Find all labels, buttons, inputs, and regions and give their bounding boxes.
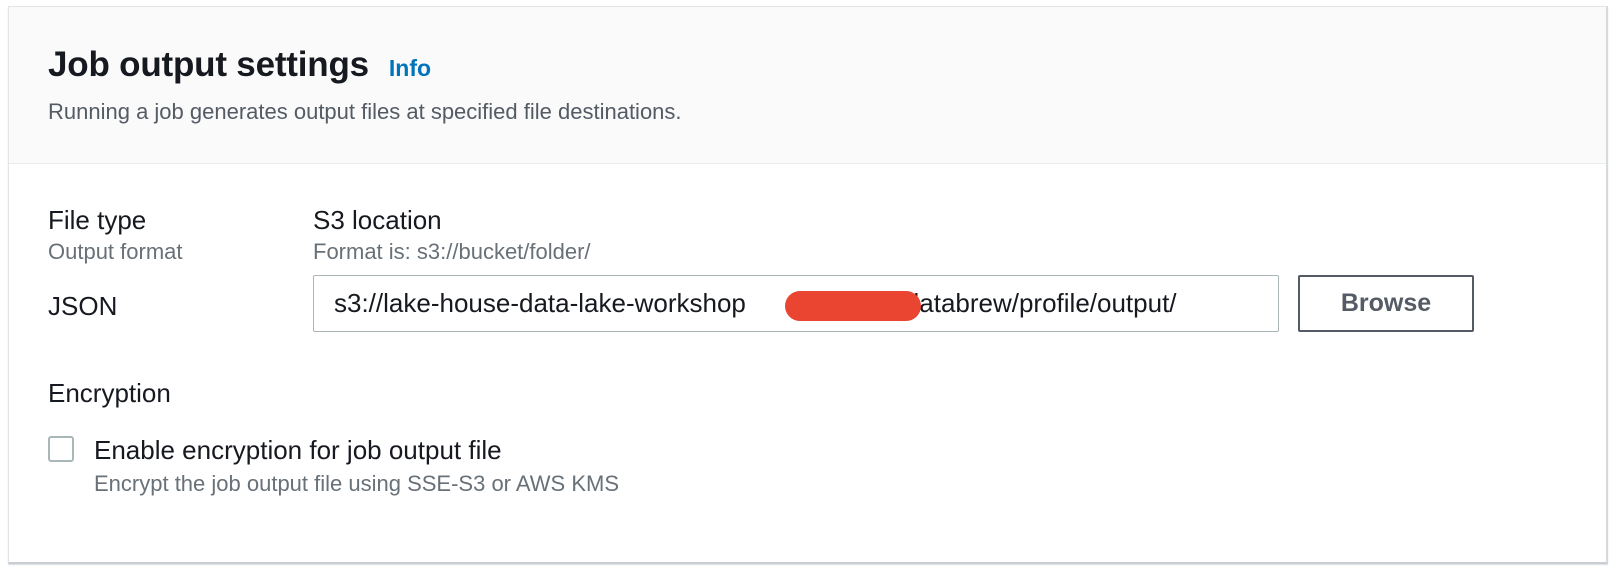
enable-encryption-label[interactable]: Enable encryption for job output file xyxy=(94,435,502,466)
s3-location-label: S3 location xyxy=(313,205,442,235)
file-type-sublabel: Output format xyxy=(48,239,183,264)
info-link[interactable]: Info xyxy=(389,55,431,82)
browse-button[interactable]: Browse xyxy=(1298,275,1474,332)
panel-description: Running a job generates output files at … xyxy=(48,99,682,124)
enable-encryption-checkbox[interactable] xyxy=(48,436,74,462)
s3-location-sublabel: Format is: s3://bucket/folder/ xyxy=(313,239,591,264)
file-type-label: File type xyxy=(48,205,147,235)
title-row: Job output settings Info xyxy=(48,45,431,85)
job-output-settings-panel: Job output settings Info Running a job g… xyxy=(8,6,1608,564)
redaction-mark xyxy=(785,291,921,321)
panel-header: Job output settings Info Running a job g… xyxy=(9,7,1606,164)
page-title: Job output settings xyxy=(48,45,369,84)
enable-encryption-description: Encrypt the job output file using SSE-S3… xyxy=(94,471,619,496)
encryption-heading: Encryption xyxy=(48,378,171,408)
file-type-value: JSON xyxy=(48,291,118,321)
